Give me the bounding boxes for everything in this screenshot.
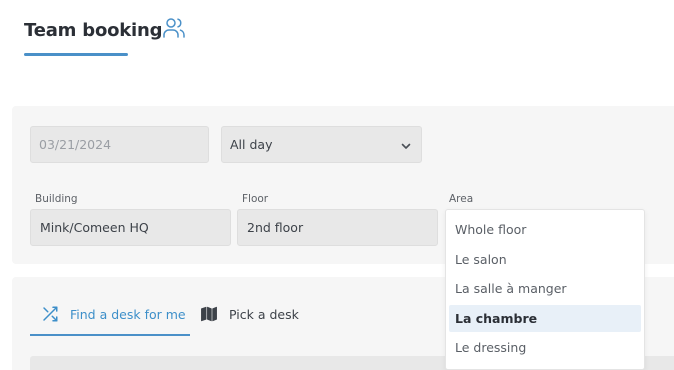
shuffle-icon xyxy=(43,306,58,322)
active-tab-indicator xyxy=(30,334,190,336)
time-select-value: All day xyxy=(230,137,273,152)
area-option-la-chambre[interactable]: La chambre xyxy=(449,305,641,332)
team-icon xyxy=(162,16,186,44)
map-icon xyxy=(201,306,217,322)
floor-label: Floor xyxy=(242,193,269,205)
time-select[interactable]: All day xyxy=(221,126,422,163)
page-title: Team booking xyxy=(24,20,163,41)
tab-find-desk[interactable]: Find a desk for me xyxy=(41,300,186,328)
tab-pick-desk[interactable]: Pick a desk xyxy=(200,300,299,328)
floor-select[interactable]: 2nd floor xyxy=(237,209,438,246)
area-option-whole-floor[interactable]: Whole floor xyxy=(449,216,641,243)
team-booking-page: Team booking 03/21/2024 All day Building… xyxy=(0,0,674,370)
chevron-down-icon xyxy=(400,140,412,155)
area-option-le-salon[interactable]: Le salon xyxy=(449,246,641,273)
tab-find-desk-label: Find a desk for me xyxy=(70,306,186,322)
area-option-la-salle-a-manger[interactable]: La salle à manger xyxy=(449,275,641,302)
title-underline xyxy=(24,53,128,56)
area-option-le-dressing[interactable]: Le dressing xyxy=(449,334,641,361)
area-dropdown: Whole floor Le salon La salle à manger L… xyxy=(445,209,645,370)
tab-pick-desk-label: Pick a desk xyxy=(229,306,299,322)
building-label: Building xyxy=(35,193,78,205)
area-label: Area xyxy=(449,193,474,205)
date-input[interactable]: 03/21/2024 xyxy=(30,126,209,163)
building-select[interactable]: Mink/Comeen HQ xyxy=(30,209,231,246)
